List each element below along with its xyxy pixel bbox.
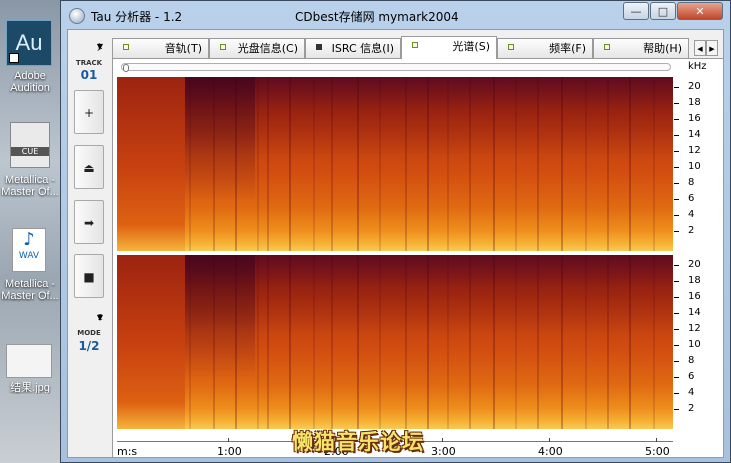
add-button[interactable]: + (74, 90, 104, 134)
y-axis-unit: kHz (688, 61, 707, 72)
image-file-icon[interactable] (6, 344, 52, 378)
tab-help[interactable]: 帮助(H) (593, 38, 689, 58)
mode-select[interactable]: 2 ▼ (72, 309, 106, 327)
play-icon: ➡ (83, 216, 95, 230)
tab-bar: 音轨(T) 光盘信息(C) ISRC 信息(I) 光谱(S) 频率(F) 帮助(… (112, 36, 724, 59)
y-tick-label: 4 (674, 387, 714, 399)
window-subtitle: CDbest存储网 mymark2004 (295, 10, 459, 24)
x-tick (442, 438, 443, 442)
desktop-item-result-jpg[interactable]: 结果.jpg (0, 382, 60, 394)
y-tick-label: 14 (674, 307, 714, 319)
mode-value: 1/2 (78, 339, 100, 353)
desktop-item-wav-file[interactable]: Metallica - Master Of... (0, 278, 60, 302)
track-value: 01 (80, 68, 98, 82)
adobe-audition-icon[interactable]: Au (6, 20, 52, 66)
eject-button[interactable]: ⏏ (74, 145, 104, 189)
y-tick-label: 12 (674, 145, 714, 157)
eject-icon: ⏏ (83, 161, 95, 175)
y-tick-label: 20 (674, 259, 714, 271)
x-tick (228, 438, 229, 442)
y-tick-label: 10 (674, 161, 714, 173)
spectrum-panel: kHz 20 18 16 14 12 10 8 6 4 2 20 18 16 14 12 10 8 6 4 2 m:… (112, 58, 724, 458)
tau-analyzer-window: Tau 分析器 - 1.2 CDbest存储网 mymark2004 — □ ✕… (60, 0, 731, 463)
desktop-item-cue-file[interactable]: Metallica - Master Of... (0, 174, 60, 198)
y-tick-label: 4 (674, 209, 714, 221)
x-tick (656, 438, 657, 442)
y-tick-label: 16 (674, 113, 714, 125)
desktop-item-adobe-audition[interactable]: Adobe Audition (0, 70, 60, 94)
y-tick-label: 18 (674, 275, 714, 287)
y-tick-label: 10 (674, 339, 714, 351)
y-tick-label: 18 (674, 97, 714, 109)
y-tick-label: 14 (674, 129, 714, 141)
title-bar[interactable]: Tau 分析器 - 1.2 CDbest存储网 mymark2004 — □ ✕ (61, 1, 730, 29)
track-label: TRACK (75, 59, 103, 67)
play-button[interactable]: ➡ (74, 200, 104, 244)
y-tick-label: 16 (674, 291, 714, 303)
maximize-button[interactable]: □ (650, 2, 676, 20)
stop-icon: ■ (83, 270, 95, 284)
x-tick-label: 1:00 (217, 445, 242, 458)
tab-tracks[interactable]: 音轨(T) (112, 38, 209, 58)
plus-icon: + (83, 106, 95, 120)
x-tick (549, 438, 550, 442)
wav-file-icon[interactable]: ♪ WAV (12, 228, 46, 272)
spectrogram-channel-left (117, 77, 673, 251)
tab-scroll-left-button[interactable]: ◀ (694, 40, 706, 56)
close-button[interactable]: ✕ (677, 2, 723, 20)
y-tick-label: 2 (674, 403, 714, 415)
x-axis-unit: m:s (117, 445, 138, 458)
position-slider[interactable] (121, 63, 671, 72)
arrow-left-icon: ◀ (697, 45, 703, 53)
y-tick-label: 6 (674, 193, 714, 205)
tab-frequency[interactable]: 频率(F) (497, 38, 593, 58)
drive-select[interactable]: J: ▼ (72, 38, 106, 56)
tab-scroll-right-button[interactable]: ▶ (706, 40, 718, 56)
y-tick-label: 8 (674, 355, 714, 367)
y-axis-bottom: 20 18 16 14 12 10 8 6 4 2 (674, 255, 724, 429)
minimize-button[interactable]: — (623, 2, 649, 20)
window-title: Tau 分析器 - 1.2 (91, 10, 183, 24)
tab-spectrum[interactable]: 光谱(S) (401, 36, 497, 59)
y-tick-label: 20 (674, 81, 714, 93)
client-area: J: ▼ TRACK 01 + ⏏ ➡ ■ 2 ▼ MODE 1/2 音轨(T) 光… (67, 29, 724, 458)
x-tick-label: 3:00 (431, 445, 456, 458)
tab-disc-info[interactable]: 光盘信息(C) (209, 38, 305, 58)
y-tick-label: 2 (674, 225, 714, 237)
y-tick-label: 12 (674, 323, 714, 335)
x-tick-label: 5:00 (645, 445, 670, 458)
y-tick-label: 6 (674, 371, 714, 383)
arrow-right-icon: ▶ (709, 45, 715, 53)
stop-button[interactable]: ■ (74, 254, 104, 298)
app-icon (69, 8, 85, 24)
cue-file-icon[interactable]: CUE (10, 122, 50, 168)
tab-isrc-info[interactable]: ISRC 信息(I) (305, 38, 401, 58)
y-axis-top: 20 18 16 14 12 10 8 6 4 2 (674, 77, 724, 251)
chevron-down-icon: ▼ (96, 42, 103, 51)
mode-label: MODE (77, 329, 101, 337)
watermark: 懒猫音乐论坛 (292, 430, 424, 454)
x-tick-label: 4:00 (538, 445, 563, 458)
spectrogram-channel-right (117, 255, 673, 429)
y-tick-label: 8 (674, 177, 714, 189)
chevron-down-icon: ▼ (96, 313, 103, 322)
